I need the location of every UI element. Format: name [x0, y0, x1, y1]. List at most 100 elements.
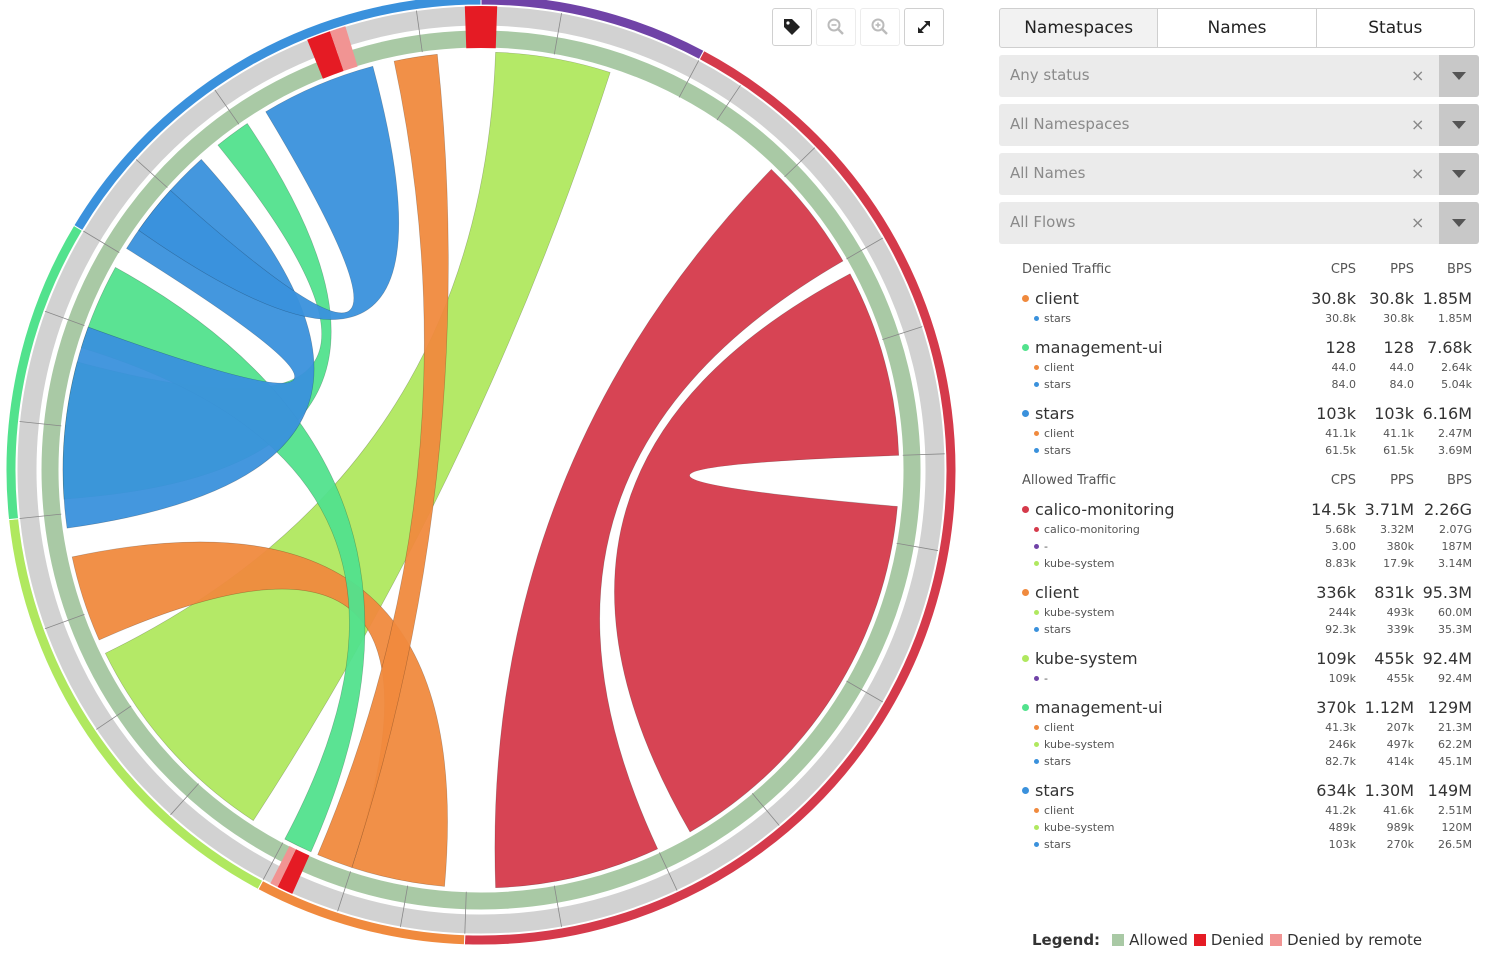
denied-sub-row[interactable]: client 44.0 44.0 2.64k: [1022, 359, 1472, 376]
group-name: management-ui: [1035, 697, 1163, 717]
zoom-out-button[interactable]: [816, 8, 856, 46]
names-filter-clear-icon[interactable]: ×: [1411, 164, 1424, 183]
allowed-sub-row[interactable]: stars 92.3k 339k 35.3M: [1022, 621, 1472, 638]
allowed-group-row[interactable]: calico-monitoring 14.5k 3.71M 2.26G: [1022, 497, 1472, 521]
tab-status[interactable]: Status: [1315, 8, 1475, 48]
allowed-sub-row[interactable]: - 3.00 380k 187M: [1022, 538, 1472, 555]
sub-cps: 246k: [1328, 738, 1356, 751]
group-cps: 336k: [1316, 582, 1356, 602]
flows-filter-select[interactable]: All Flows ×: [999, 202, 1479, 244]
sub-bps: 21.3M: [1438, 721, 1472, 734]
fullscreen-button[interactable]: [904, 8, 944, 46]
sub-bps: 187M: [1441, 540, 1473, 553]
denied-sub-row[interactable]: stars 30.8k 30.8k 1.85M: [1022, 310, 1472, 327]
allowed-group: calico-monitoring 14.5k 3.71M 2.26G calico-m…: [1022, 497, 1472, 572]
allowed-group-row[interactable]: kube-system 109k 455k 92.4M: [1022, 646, 1472, 670]
allowed-group-row[interactable]: management-ui 370k 1.12M 129M: [1022, 695, 1472, 719]
denied-marker[interactable]: [464, 6, 481, 49]
zoom-in-button[interactable]: [860, 8, 900, 46]
sub-bps: 2.47M: [1438, 427, 1472, 440]
allowed-sub-row[interactable]: - 109k 455k 92.4M: [1022, 670, 1472, 687]
namespaces-filter-caret-icon[interactable]: [1439, 104, 1479, 146]
allowed-sub-row[interactable]: kube-system 244k 493k 60.0M: [1022, 604, 1472, 621]
sub-bps: 120M: [1441, 821, 1473, 834]
allowed-sub-row[interactable]: client 41.2k 41.6k 2.51M: [1022, 802, 1472, 819]
denied-sub-row[interactable]: stars 61.5k 61.5k 3.69M: [1022, 442, 1472, 459]
sub-cps: 84.0: [1331, 378, 1357, 391]
allowed-sub-row[interactable]: kube-system 246k 497k 62.2M: [1022, 736, 1472, 753]
denied-group-row[interactable]: client 30.8k 30.8k 1.85M: [1022, 286, 1472, 310]
sub-pps: 989k: [1386, 821, 1414, 834]
allowed-sub-row[interactable]: kube-system 489k 989k 120M: [1022, 819, 1472, 836]
group-name: client: [1035, 582, 1079, 602]
namespaces-filter-clear-icon[interactable]: ×: [1411, 115, 1424, 134]
chord-svg[interactable]: [0, 0, 970, 959]
toggle-labels-button[interactable]: [772, 8, 812, 46]
sub-cps: 103k: [1328, 838, 1356, 851]
names-filter-select[interactable]: All Names ×: [999, 153, 1479, 195]
denied-sub-row[interactable]: stars 84.0 84.0 5.04k: [1022, 376, 1472, 393]
sub-name: client: [1044, 721, 1075, 734]
sub-cps: 92.3k: [1325, 623, 1356, 636]
allowed-group-row[interactable]: stars 634k 1.30M 149M: [1022, 778, 1472, 802]
flows-filter-caret-icon[interactable]: [1439, 202, 1479, 244]
sub-bps: 2.64k: [1441, 361, 1472, 374]
status-filter-caret-icon[interactable]: [1439, 55, 1479, 97]
group-cps: 370k: [1316, 697, 1356, 717]
sub-cps: 5.68k: [1325, 523, 1356, 536]
status-filter-placeholder: Any status: [1010, 66, 1090, 84]
group-name: kube-system: [1035, 648, 1138, 668]
namespace-dot-icon: [1034, 808, 1039, 813]
group-cps: 634k: [1316, 780, 1356, 800]
namespace-dot-icon: [1022, 654, 1029, 662]
tab-namespaces[interactable]: Namespaces: [999, 8, 1159, 48]
sub-pps: 17.9k: [1383, 557, 1414, 570]
allowed-traffic-list: calico-monitoring 14.5k 3.71M 2.26G calico-m…: [1022, 497, 1472, 853]
allowed-sub-row[interactable]: stars 82.7k 414k 45.1M: [1022, 753, 1472, 770]
denied-col-bps: BPS: [1446, 261, 1472, 277]
group-bps: 1.85M: [1422, 288, 1472, 308]
sub-bps: 3.14M: [1438, 557, 1472, 570]
denied-sub-row[interactable]: client 41.1k 41.1k 2.47M: [1022, 425, 1472, 442]
allowed-sub-row[interactable]: client 41.3k 207k 21.3M: [1022, 719, 1472, 736]
flows-filter-placeholder: All Flows: [1010, 213, 1076, 231]
flows-filter-clear-icon[interactable]: ×: [1411, 213, 1424, 232]
group-name: stars: [1035, 403, 1075, 423]
side-panel: Namespaces Names Status Any status × All…: [999, 8, 1479, 861]
names-filter-caret-icon[interactable]: [1439, 153, 1479, 195]
sub-cps: 44.0: [1331, 361, 1357, 374]
sub-cps: 41.3k: [1325, 721, 1356, 734]
group-pps: 30.8k: [1369, 288, 1414, 308]
sub-name: stars: [1044, 755, 1072, 768]
legend-denied-remote-label: Denied by remote: [1287, 931, 1423, 949]
legend: Legend: Allowed Denied Denied by remote: [1032, 931, 1422, 949]
group-pps: 128: [1383, 337, 1414, 357]
chord-diagram[interactable]: [0, 0, 970, 959]
allowed-sub-row[interactable]: calico-monitoring 5.68k 3.32M 2.07G: [1022, 521, 1472, 538]
legend-title: Legend:: [1032, 931, 1101, 949]
sub-pps: 3.32M: [1380, 523, 1414, 536]
allowed-group: management-ui 370k 1.12M 129M client 41.3k 207…: [1022, 695, 1472, 770]
denied-group-row[interactable]: management-ui 128 128 7.68k: [1022, 335, 1472, 359]
allowed-group-row[interactable]: client 336k 831k 95.3M: [1022, 580, 1472, 604]
tab-names[interactable]: Names: [1157, 8, 1317, 48]
sub-cps: 61.5k: [1325, 444, 1356, 457]
namespace-dot-icon: [1034, 842, 1039, 847]
group-name: calico-monitoring: [1035, 499, 1175, 519]
namespace-dot-icon: [1034, 365, 1039, 370]
sub-bps: 62.2M: [1438, 738, 1472, 751]
namespace-dot-icon: [1034, 561, 1039, 566]
group-bps: 149M: [1427, 780, 1472, 800]
status-filter-clear-icon[interactable]: ×: [1411, 66, 1424, 85]
group-bps: 6.16M: [1422, 403, 1472, 423]
status-filter-select[interactable]: Any status ×: [999, 55, 1479, 97]
group-cps: 128: [1325, 337, 1356, 357]
group-bps: 2.26G: [1423, 499, 1472, 519]
allowed-sub-row[interactable]: kube-system 8.83k 17.9k 3.14M: [1022, 555, 1472, 572]
denied-marker[interactable]: [481, 6, 498, 49]
sub-pps: 455k: [1386, 672, 1414, 685]
denied-group-row[interactable]: stars 103k 103k 6.16M: [1022, 401, 1472, 425]
namespaces-filter-select[interactable]: All Namespaces ×: [999, 104, 1479, 146]
allowed-sub-row[interactable]: stars 103k 270k 26.5M: [1022, 836, 1472, 853]
traffic-stats: Denied Traffic CPS PPS BPS client 30.8k 30…: [1022, 256, 1472, 853]
